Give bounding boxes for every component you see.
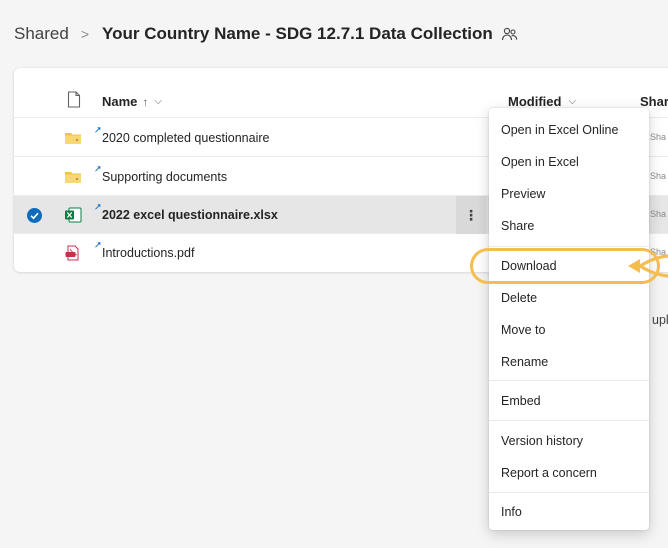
recent-marker-icon: ⭧ xyxy=(95,202,101,212)
column-header-modified[interactable]: Modified ⌵ xyxy=(508,94,576,109)
pointer-arrow-icon xyxy=(628,254,668,278)
menu-item-rename[interactable]: Rename xyxy=(501,355,548,369)
column-header-name[interactable]: Name ↑ ⌵ xyxy=(102,94,162,109)
column-modified-label: Modified xyxy=(508,94,562,109)
chevron-down-icon: ⌵ xyxy=(568,96,577,107)
context-menu: Open in Excel Online Open in Excel Previ… xyxy=(489,108,649,530)
breadcrumb-separator: > xyxy=(80,26,90,42)
checkmark-selected-icon[interactable] xyxy=(27,208,42,223)
file-name-link[interactable]: ⭧ Supporting documents xyxy=(95,164,227,184)
chevron-down-icon: ⌵ xyxy=(154,96,163,107)
menu-item-embed[interactable]: Embed xyxy=(501,394,541,408)
breadcrumb-shared-link[interactable]: Shared xyxy=(14,24,69,44)
file-name-link[interactable]: ⭧ 2020 completed questionnaire xyxy=(95,125,269,145)
menu-item-open-excel-online[interactable]: Open in Excel Online xyxy=(501,123,618,137)
file-name-link[interactable]: ⭧ Introductions.pdf xyxy=(95,240,194,260)
page-title: Your Country Name - SDG 12.7.1 Data Coll… xyxy=(102,24,493,43)
menu-item-delete[interactable]: Delete xyxy=(501,291,537,305)
file-type-header-icon[interactable] xyxy=(67,91,81,108)
recent-marker-icon: ⭧ xyxy=(95,125,101,135)
excel-file-icon xyxy=(65,207,82,223)
sharing-status: Sha xyxy=(650,171,667,181)
menu-item-move-to[interactable]: Move to xyxy=(501,323,545,337)
menu-item-share[interactable]: Share xyxy=(501,219,534,233)
file-name-link[interactable]: ⭧ 2022 excel questionnaire.xlsx xyxy=(95,202,278,222)
menu-item-download[interactable]: Download xyxy=(501,259,557,273)
menu-item-version-history[interactable]: Version history xyxy=(501,434,583,448)
pdf-file-icon xyxy=(65,245,79,261)
menu-divider xyxy=(489,246,649,247)
menu-item-report-concern[interactable]: Report a concern xyxy=(501,466,597,480)
recent-marker-icon: ⭧ xyxy=(95,240,101,250)
people-shared-icon xyxy=(501,27,517,40)
column-name-label: Name xyxy=(102,94,138,109)
menu-divider xyxy=(489,492,649,493)
partial-background-text: upl xyxy=(652,313,668,327)
recent-marker-icon: ⭧ xyxy=(95,164,101,174)
sharing-status: Sha xyxy=(650,132,667,142)
menu-item-open-in-excel[interactable]: Open in Excel xyxy=(501,155,579,169)
menu-divider xyxy=(489,380,649,381)
sharing-status: Sha xyxy=(650,209,667,219)
menu-divider xyxy=(489,420,649,421)
folder-icon xyxy=(65,172,81,183)
folder-icon xyxy=(65,133,81,144)
menu-item-preview[interactable]: Preview xyxy=(501,187,545,201)
more-actions-button[interactable]: ⋮ xyxy=(456,196,486,234)
breadcrumb: Shared > Your Country Name - SDG 12.7.1 … xyxy=(14,24,518,44)
menu-item-info[interactable]: Info xyxy=(501,505,522,519)
column-header-sharing[interactable]: Shari xyxy=(640,94,668,109)
sort-ascending-icon: ↑ xyxy=(142,94,149,109)
